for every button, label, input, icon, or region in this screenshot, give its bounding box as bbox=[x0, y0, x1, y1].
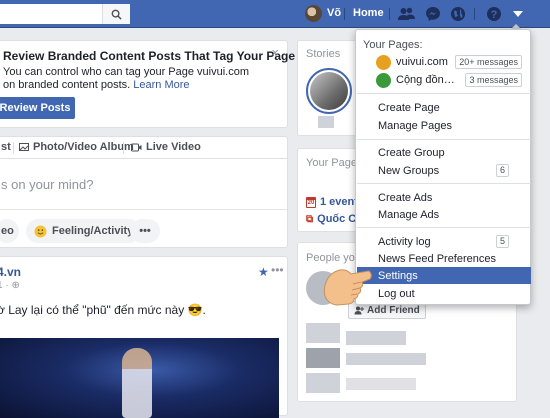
photo-album-icon bbox=[19, 143, 29, 151]
post-source-link[interactable]: 4.vn bbox=[0, 265, 21, 279]
menu-item-create-group[interactable]: Create Group bbox=[357, 144, 531, 161]
photo-video-button[interactable]: eo bbox=[0, 219, 19, 243]
top-navigation-bar: Võ Home ? bbox=[0, 0, 550, 28]
menu-item-settings[interactable]: Settings bbox=[357, 267, 531, 284]
your-pages-title: Your Page bbox=[306, 157, 357, 169]
blurred-content bbox=[346, 331, 406, 345]
menu-label: Activity log bbox=[378, 235, 431, 248]
page-logo-icon bbox=[376, 72, 391, 88]
story-thumbnail bbox=[310, 72, 348, 110]
divider bbox=[13, 142, 14, 154]
post-image-subject bbox=[122, 348, 152, 418]
page-item-vuivui[interactable]: vuivui.com 20+ messages bbox=[376, 54, 522, 70]
messages-badge: 3 messages bbox=[465, 73, 522, 87]
post-text: ờ Lay lại có thể "phũ" đến mức này 😎. bbox=[0, 303, 206, 317]
pill-label: Feeling/Activity bbox=[52, 225, 134, 237]
page-name: vuivui.com bbox=[396, 56, 448, 68]
tab-label: st bbox=[1, 141, 11, 153]
divider bbox=[389, 8, 390, 20]
account-dropdown-menu: Your Pages: vuivui.com 20+ messages Cộng… bbox=[355, 29, 531, 305]
divider bbox=[0, 209, 287, 210]
smiley-icon bbox=[34, 224, 47, 238]
search-icon bbox=[111, 9, 122, 20]
post-options-icon[interactable]: ••• bbox=[271, 263, 284, 277]
menu-label: New Groups bbox=[378, 164, 440, 177]
more-label: ••• bbox=[139, 225, 151, 237]
tab-post[interactable]: st bbox=[1, 141, 11, 153]
profile-avatar[interactable] bbox=[305, 5, 322, 22]
blurred-content bbox=[346, 353, 426, 365]
composer-input[interactable]: s on your mind? bbox=[1, 177, 94, 192]
blurred-content bbox=[346, 378, 416, 390]
video-camera-icon bbox=[131, 143, 142, 151]
star-icon[interactable]: ★ bbox=[258, 265, 269, 279]
home-link[interactable]: Home bbox=[353, 7, 384, 19]
close-icon[interactable]: × bbox=[271, 45, 279, 60]
new-groups-count: 6 bbox=[495, 164, 509, 177]
feeling-activity-button[interactable]: Feeling/Activity bbox=[26, 219, 142, 243]
search-button[interactable] bbox=[102, 4, 130, 24]
your-pages-heading: Your Pages: bbox=[363, 39, 423, 51]
menu-item-manage-pages[interactable]: Manage Pages bbox=[357, 117, 531, 134]
account-menu-caret-icon[interactable] bbox=[509, 5, 527, 23]
activity-log-count: 5 bbox=[495, 235, 509, 248]
menu-item-manage-ads[interactable]: Manage Ads bbox=[357, 206, 531, 223]
friend-requests-icon[interactable] bbox=[397, 5, 415, 23]
divider bbox=[344, 8, 345, 20]
gift-icon: ⧉ bbox=[306, 213, 314, 225]
add-friend-label: Add Friend bbox=[367, 304, 420, 316]
divider bbox=[123, 142, 124, 154]
messages-badge: 20+ messages bbox=[455, 55, 522, 69]
tab-label: Photo/Video Album bbox=[33, 141, 134, 153]
menu-item-create-page[interactable]: Create Page bbox=[357, 99, 531, 116]
tab-photo-video-album[interactable]: Photo/Video Album bbox=[19, 141, 134, 153]
composer-tabs: st Photo/Video Album Live Video bbox=[0, 137, 287, 159]
messenger-icon[interactable] bbox=[424, 5, 442, 23]
blurred-content bbox=[306, 348, 340, 368]
events-link[interactable]: 20 1 event bbox=[306, 196, 358, 208]
calendar-icon: 20 bbox=[306, 196, 316, 208]
page-item-cong-dong[interactable]: Cộng đồng Bl... 3 messages bbox=[376, 72, 522, 88]
learn-more-link[interactable]: Learn More bbox=[133, 79, 189, 91]
blurred-content bbox=[306, 323, 340, 343]
branded-content-card: Review Branded Content Posts That Tag Yo… bbox=[0, 40, 295, 128]
post-image[interactable] bbox=[0, 338, 279, 418]
events-label: 1 event bbox=[320, 196, 358, 208]
tab-label: Live Video bbox=[146, 141, 201, 153]
blurred-text bbox=[318, 116, 334, 128]
page-link[interactable]: ⧉ Quốc C bbox=[306, 213, 356, 225]
post-composer: st Photo/Video Album Live Video s on you… bbox=[0, 136, 288, 248]
feed-post: 4.vn 1 · ⊕ ★ ••• ờ Lay lại có thể "phũ" … bbox=[0, 256, 288, 418]
svg-text:?: ? bbox=[491, 9, 498, 21]
menu-divider bbox=[357, 227, 531, 228]
help-icon[interactable]: ? bbox=[485, 5, 503, 23]
page-label: Quốc C bbox=[317, 213, 357, 225]
page-name: Cộng đồng Bl... bbox=[396, 74, 461, 86]
pill-label: eo bbox=[1, 225, 14, 237]
post-timestamp[interactable]: 1 · ⊕ bbox=[0, 280, 20, 291]
menu-item-create-ads[interactable]: Create Ads bbox=[357, 189, 531, 206]
story-avatar[interactable] bbox=[306, 68, 352, 114]
menu-item-news-feed-preferences[interactable]: News Feed Preferences bbox=[357, 250, 531, 267]
pointer-hand-icon bbox=[323, 269, 372, 306]
promo-title: Review Branded Content Posts That Tag Yo… bbox=[3, 49, 296, 63]
promo-text: You can control who can tag your Page vu… bbox=[3, 66, 250, 91]
menu-divider bbox=[357, 139, 531, 140]
promo-description: You can control who can tag your Page vu… bbox=[3, 66, 263, 92]
notifications-globe-icon[interactable] bbox=[449, 5, 467, 23]
menu-divider bbox=[357, 93, 531, 94]
divider bbox=[474, 8, 475, 20]
search-input[interactable] bbox=[0, 4, 130, 24]
menu-divider bbox=[357, 183, 531, 184]
page-logo-icon bbox=[376, 54, 391, 70]
profile-name-link[interactable]: Võ bbox=[327, 7, 341, 19]
menu-item-activity-log[interactable]: Activity log 5 bbox=[357, 233, 531, 250]
menu-item-new-groups[interactable]: New Groups 6 bbox=[357, 162, 531, 179]
blurred-content bbox=[306, 373, 340, 393]
more-options-button[interactable]: ••• bbox=[130, 219, 160, 243]
stories-title: Stories bbox=[306, 48, 341, 60]
menu-item-log-out[interactable]: Log out bbox=[357, 285, 531, 302]
tab-live-video[interactable]: Live Video bbox=[131, 141, 201, 153]
review-posts-button[interactable]: Review Posts bbox=[0, 97, 75, 119]
